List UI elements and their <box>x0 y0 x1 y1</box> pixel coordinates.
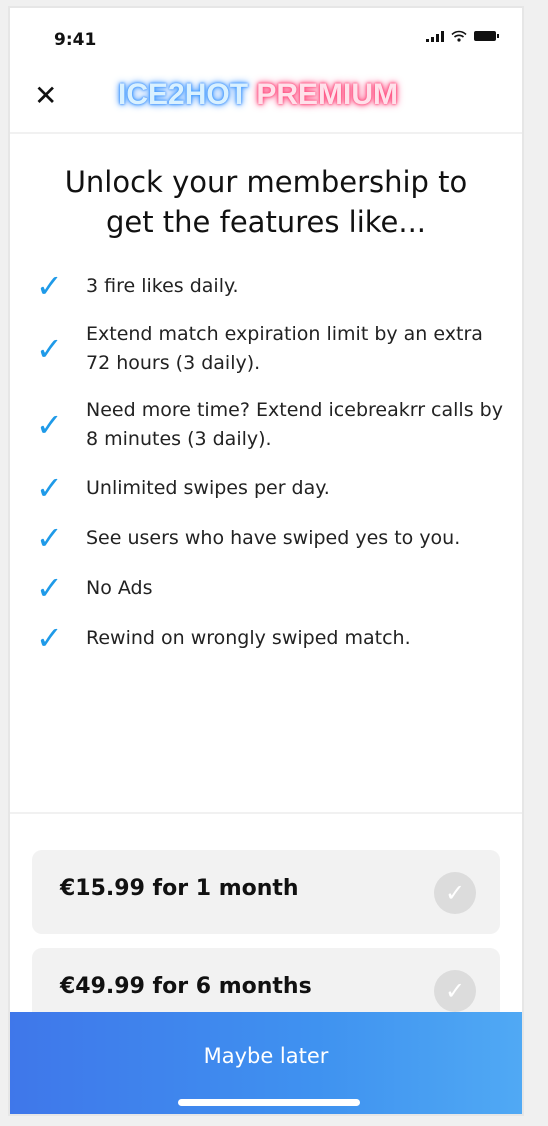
plan-label: €15.99 for 1 month <box>60 876 299 901</box>
battery-icon <box>474 31 499 41</box>
feature-text: Extend match expiration limit by an extr… <box>86 323 483 374</box>
checkmark-icon: ✓ <box>36 619 63 657</box>
checkmark-icon: ✓ <box>36 330 63 368</box>
maybe-later-label: Maybe later <box>203 1044 329 1068</box>
check-circle-icon[interactable]: ✓ <box>434 970 476 1012</box>
plan-label: €49.99 for 6 months <box>60 974 312 999</box>
feature-item: ✓ Unlimited swipes per day. <box>36 472 506 504</box>
page-title: Unlock your membership to get the featur… <box>10 162 522 242</box>
section-divider <box>10 812 522 814</box>
brand-logo: ICE2HOT PREMIUM <box>118 78 398 112</box>
feature-text: 3 fire likes daily. <box>86 274 239 297</box>
brand-premium-text: PREMIUM <box>256 78 399 111</box>
checkmark-icon: ✓ <box>36 406 63 444</box>
brand-ice-text: ICE2HOT <box>118 78 249 111</box>
check-circle-icon[interactable]: ✓ <box>434 872 476 914</box>
feature-text: Need more time? Extend icebreakrr calls … <box>86 399 503 450</box>
checkmark-icon: ✓ <box>36 267 63 305</box>
phone-screen: 9:41 ✕ ICE2HOT PREMIUM Unlock your membe… <box>8 6 524 1116</box>
status-time: 9:41 <box>54 30 97 50</box>
feature-item: ✓ 3 fire likes daily. <box>36 270 506 302</box>
feature-list: ✓ 3 fire likes daily. ✓ Extend match expir… <box>36 270 506 672</box>
feature-text: No Ads <box>86 576 153 599</box>
maybe-later-button[interactable]: Maybe later <box>10 1012 522 1114</box>
feature-text: See users who have swiped yes to you. <box>86 526 461 549</box>
feature-item: ✓ Need more time? Extend icebreakrr calls… <box>36 396 506 454</box>
status-bar: 9:41 <box>10 8 522 70</box>
feature-item: ✓ See users who have swiped yes to you. <box>36 522 506 554</box>
feature-item: ✓ Extend match expiration limit by an ext… <box>36 320 506 378</box>
signal-icon <box>426 30 444 42</box>
page-title-line1: Unlock your membership to <box>64 165 468 199</box>
home-indicator <box>178 1099 360 1106</box>
page-title-line2: get the features like... <box>105 205 427 239</box>
plan-option-1-month[interactable]: €15.99 for 1 month ✓ <box>32 850 500 934</box>
wifi-icon <box>451 30 467 42</box>
checkmark-icon: ✓ <box>36 519 63 557</box>
status-icons <box>426 30 499 42</box>
feature-item: ✓ No Ads <box>36 572 506 604</box>
checkmark-icon: ✓ <box>36 469 63 507</box>
top-bar: ✕ ICE2HOT PREMIUM <box>10 70 522 134</box>
close-icon[interactable]: ✕ <box>34 82 57 110</box>
checkmark-icon: ✓ <box>36 569 63 607</box>
feature-text: Unlimited swipes per day. <box>86 476 330 499</box>
feature-item: ✓ Rewind on wrongly swiped match. <box>36 622 506 654</box>
feature-text: Rewind on wrongly swiped match. <box>86 626 411 649</box>
